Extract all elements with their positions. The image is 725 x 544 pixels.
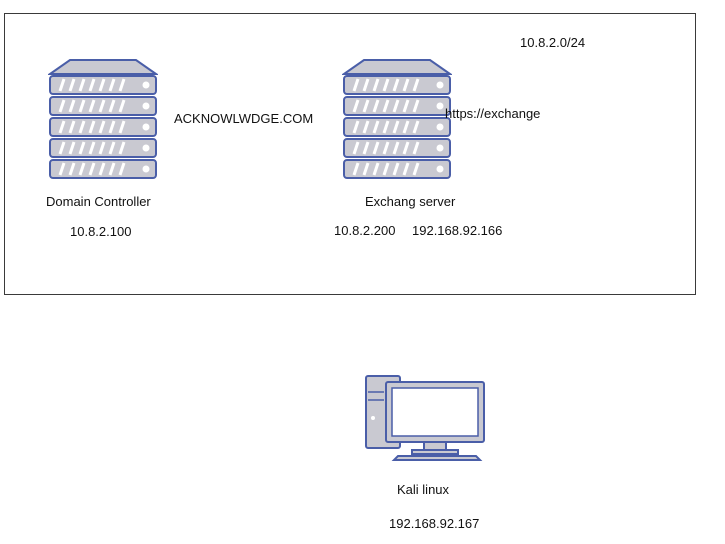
domain-name-label: ACKNOWLWDGE.COM: [174, 111, 314, 126]
kali-ip: 192.168.92.167: [389, 516, 480, 531]
exchange-url-label: https://exchange: [445, 106, 541, 121]
exchange-server-internal-ip: 10.8.2.200: [334, 223, 396, 238]
exchange-server-name: Exchang server: [365, 194, 456, 209]
subnet-label: 10.8.2.0/24: [520, 35, 586, 50]
server-icon: [342, 59, 452, 179]
kali-name: Kali linux: [397, 482, 450, 497]
domain-controller-name: Domain Controller: [46, 194, 151, 209]
desktop-computer-icon: [365, 375, 485, 461]
exchange-server-external-ip: 192.168.92.166: [412, 223, 503, 238]
domain-controller-ip: 10.8.2.100: [70, 224, 132, 239]
server-icon: [48, 59, 158, 179]
